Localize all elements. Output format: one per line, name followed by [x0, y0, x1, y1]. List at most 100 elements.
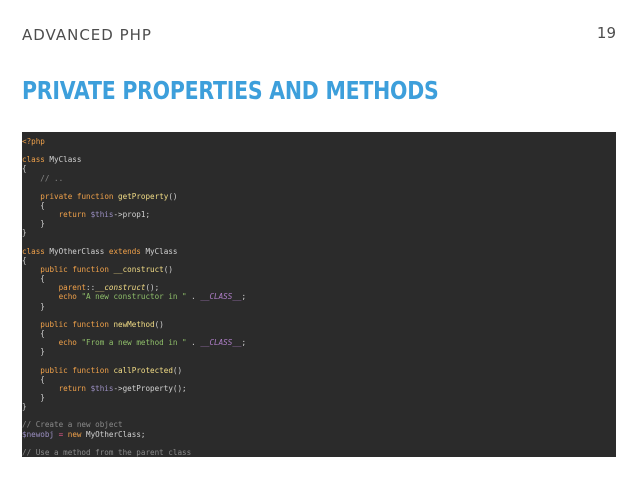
code-line: private function getProperty() — [22, 192, 616, 201]
code-token: } — [22, 402, 27, 412]
code-token: } — [22, 301, 45, 311]
code-token: (); — [145, 283, 160, 293]
code-token: "From a new method in " — [81, 338, 187, 348]
code-token: parent — [58, 283, 87, 293]
code-token: () — [172, 365, 183, 375]
code-token: public — [40, 319, 68, 329]
code-token: // Create a new object — [22, 420, 123, 430]
code-line: } — [22, 393, 616, 402]
code-token: extends — [108, 246, 141, 256]
code-token: ->prop1; — [113, 210, 151, 220]
code-line: return $this->getProperty(); — [22, 384, 616, 393]
code-line: class MyClass — [22, 155, 616, 164]
code-token: $this — [90, 210, 114, 220]
code-token: MyClass — [44, 155, 82, 165]
code-token: { — [22, 255, 27, 265]
code-line: echo "A new constructor in " . __CLASS__… — [22, 292, 616, 301]
code-token: } — [22, 392, 45, 402]
code-token: } — [22, 219, 45, 229]
slide-title: PRIVATE PROPERTIES AND METHODS — [22, 76, 439, 105]
code-token: new — [67, 429, 82, 439]
code-line: { — [22, 329, 616, 338]
code-token: public — [40, 365, 68, 375]
code-line: class MyOtherClass extends MyClass — [22, 247, 616, 256]
code-block: <?php class MyClass{ // .. private functi… — [22, 132, 616, 457]
code-token: MyOtherClass — [44, 246, 109, 256]
code-token: getProperty — [118, 191, 169, 201]
code-token: $newobj — [22, 429, 55, 439]
code-token: } — [22, 347, 45, 357]
code-token: () — [168, 191, 178, 201]
code-line: } — [22, 219, 616, 228]
code-token: echo — [58, 338, 77, 348]
code-token: function — [76, 191, 114, 201]
code-token: $this — [90, 383, 114, 393]
code-line: <?php — [22, 137, 616, 146]
code-line: // .. — [22, 174, 616, 183]
code-token: } — [22, 228, 27, 238]
code-token: { — [22, 374, 45, 384]
code-token: ; — [241, 292, 247, 302]
code-token: // .. — [22, 173, 64, 183]
code-line: { — [22, 274, 616, 283]
code-line: { — [22, 256, 616, 265]
code-line: // Use a method from the parent class — [22, 448, 616, 457]
code-token: . — [186, 338, 201, 348]
code-token: () — [154, 319, 164, 329]
code-line: } — [22, 302, 616, 311]
slide-header-title: ADVANCED PHP — [22, 26, 152, 44]
code-token: __construct — [95, 283, 146, 293]
code-token: class — [22, 246, 45, 256]
code-token: __construct — [113, 264, 164, 274]
code-token: function — [72, 264, 109, 274]
code-line: public function newMethod() — [22, 320, 616, 329]
code-listing: <?php class MyClass{ // .. private functi… — [22, 137, 616, 457]
code-token: :: — [86, 283, 96, 293]
code-token: // Use a method from the parent class — [22, 447, 192, 457]
code-token: function — [72, 365, 109, 375]
code-token: __CLASS__ — [200, 292, 242, 302]
code-token: <?php — [22, 137, 45, 146]
code-token: ->getProperty(); — [113, 383, 187, 393]
code-token: () — [163, 264, 173, 274]
code-token: newMethod — [113, 319, 155, 329]
code-line: } — [22, 228, 616, 237]
code-token: "A new constructor in " — [81, 292, 187, 302]
code-token: return — [58, 383, 87, 393]
code-line: public function callProtected() — [22, 366, 616, 375]
code-token: MyOtherClass; — [81, 429, 146, 439]
code-line: } — [22, 347, 616, 356]
code-line: return $this->prop1; — [22, 210, 616, 219]
code-line: } — [22, 402, 616, 411]
code-line: { — [22, 375, 616, 384]
page-number: 19 — [596, 24, 616, 42]
code-token: return — [58, 210, 87, 220]
code-token: __CLASS__ — [200, 338, 242, 348]
code-token: callProtected — [113, 365, 173, 375]
code-token: . — [186, 292, 201, 302]
code-token: public — [40, 264, 68, 274]
code-line: public function __construct() — [22, 265, 616, 274]
code-token: ; — [241, 338, 247, 348]
code-line: { — [22, 164, 616, 173]
code-token: { — [22, 164, 27, 174]
code-line: // Create a new object — [22, 420, 616, 429]
code-token: function — [72, 319, 109, 329]
code-token: echo — [58, 292, 77, 302]
code-token: class — [22, 155, 45, 165]
